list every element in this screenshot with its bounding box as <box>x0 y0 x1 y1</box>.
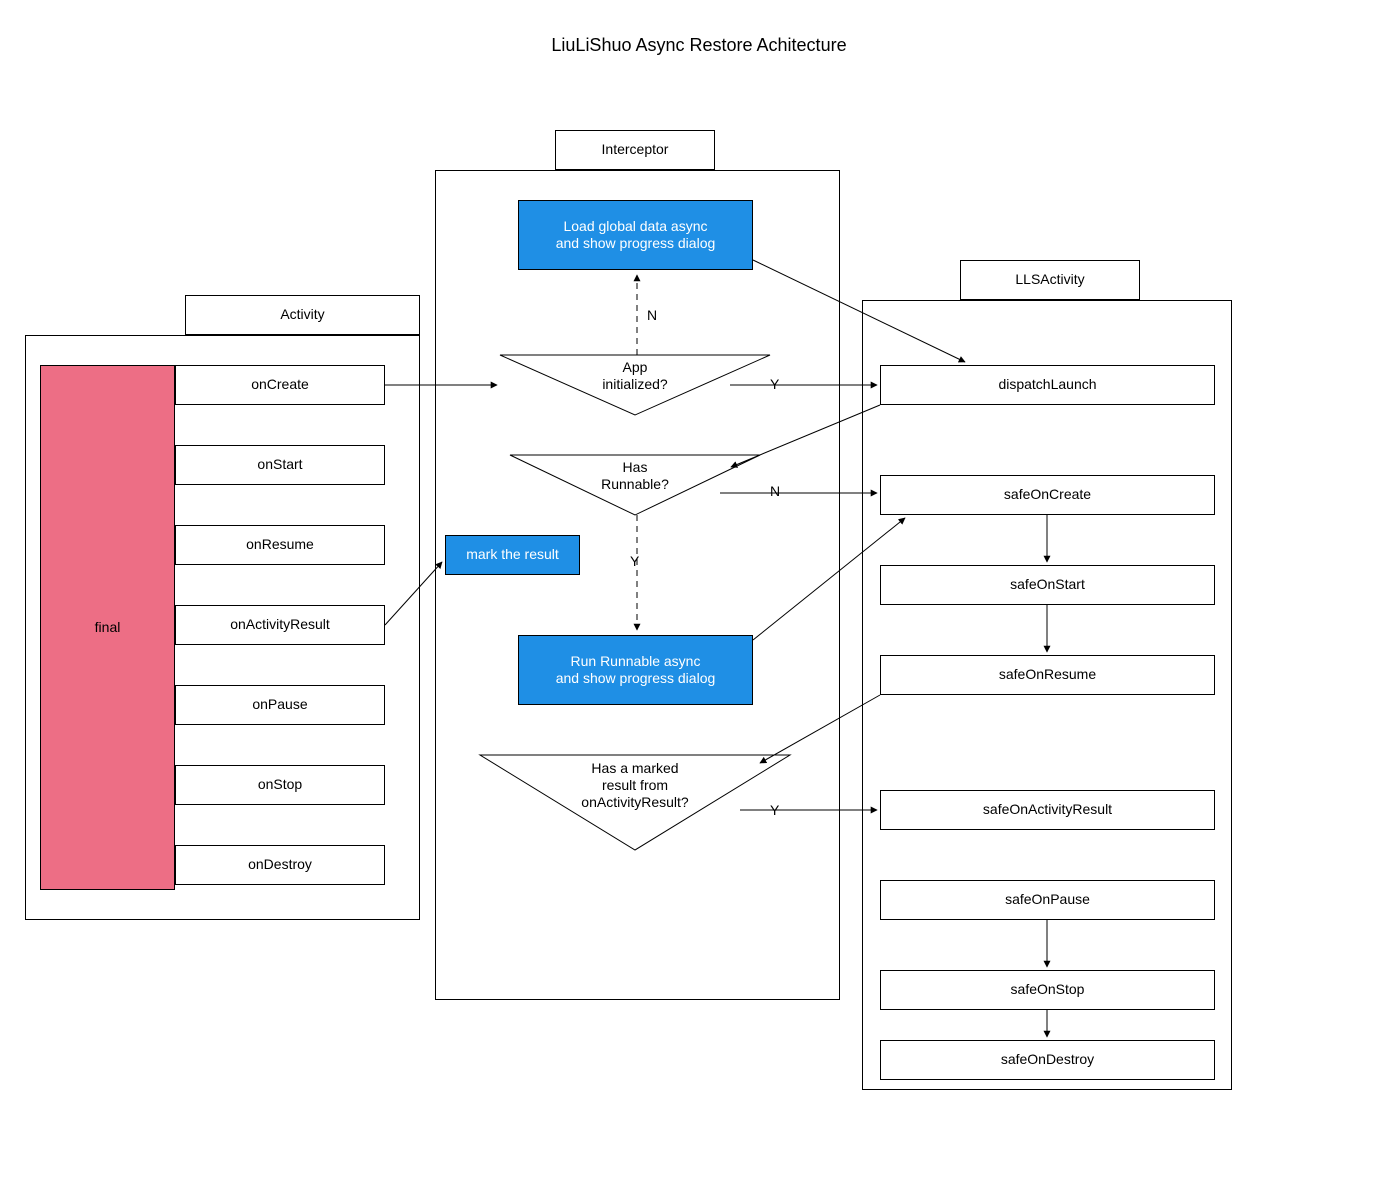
mark-result-box: mark the result <box>445 535 580 575</box>
decision-app-initialized-text: App initialized? <box>555 359 715 393</box>
activity-header: Activity <box>185 295 420 335</box>
activity-onresume: onResume <box>175 525 385 565</box>
run-runnable-box: Run Runnable async and show progress dia… <box>518 635 753 705</box>
activity-onstart: onStart <box>175 445 385 485</box>
lls-safeondestroy: safeOnDestroy <box>880 1040 1215 1080</box>
lls-safeonstart: safeOnStart <box>880 565 1215 605</box>
interceptor-container <box>435 170 840 1000</box>
activity-ondestroy: onDestroy <box>175 845 385 885</box>
lls-dispatchlaunch: dispatchLaunch <box>880 365 1215 405</box>
llsactivity-header: LLSActivity <box>960 260 1140 300</box>
lls-safeonresume: safeOnResume <box>880 655 1215 695</box>
load-global-box: Load global data async and show progress… <box>518 200 753 270</box>
label-y-1: Y <box>770 376 779 392</box>
lls-safeonpause: safeOnPause <box>880 880 1215 920</box>
lls-safeonactivityresult: safeOnActivityResult <box>880 790 1215 830</box>
final-box: final <box>40 365 175 890</box>
lls-safeonstop: safeOnStop <box>880 970 1215 1010</box>
label-y-2: Y <box>630 553 639 569</box>
decision-has-runnable-text: Has Runnable? <box>555 459 715 493</box>
label-y-3: Y <box>770 802 779 818</box>
activity-onactivityresult: onActivityResult <box>175 605 385 645</box>
activity-oncreate: onCreate <box>175 365 385 405</box>
interceptor-header: Interceptor <box>555 130 715 170</box>
label-n-2: N <box>770 483 780 499</box>
activity-onpause: onPause <box>175 685 385 725</box>
activity-onstop: onStop <box>175 765 385 805</box>
lls-safeoncreate: safeOnCreate <box>880 475 1215 515</box>
diagram-title: LiuLiShuo Async Restore Achitecture <box>0 35 1398 56</box>
decision-has-marked-result-text: Has a marked result from onActivityResul… <box>555 760 715 810</box>
label-n-1: N <box>647 307 657 323</box>
